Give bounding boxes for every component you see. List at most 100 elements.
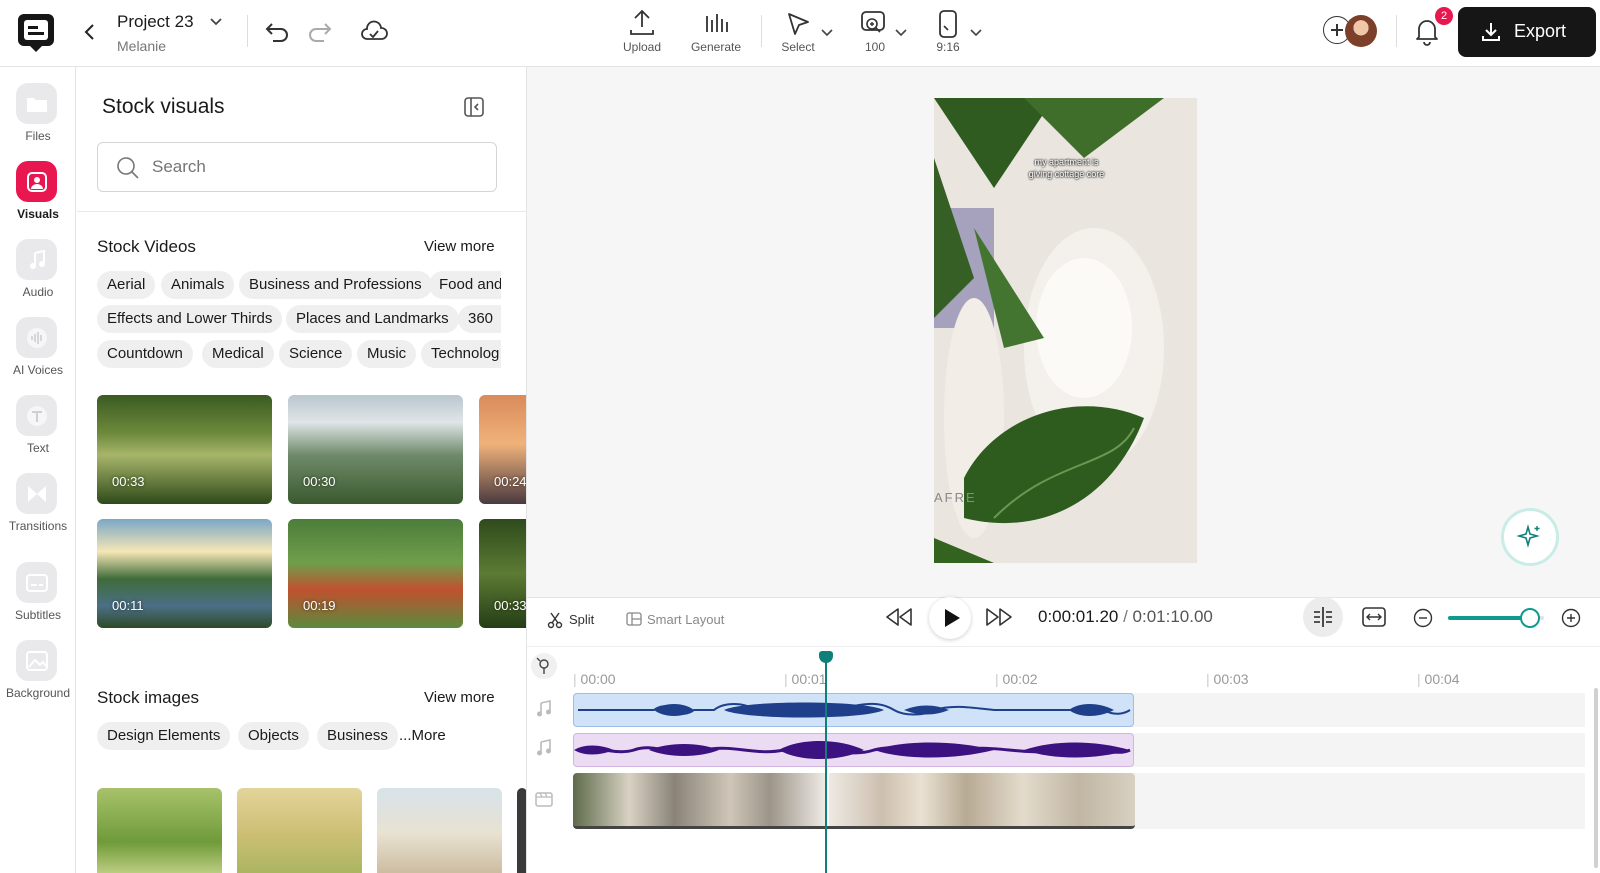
fit-width-icon[interactable]	[1361, 605, 1387, 634]
avatar[interactable]	[1345, 15, 1377, 47]
audio-clip[interactable]	[573, 693, 1134, 727]
rail-item-audio[interactable]: Audio	[0, 239, 76, 311]
rail-item-visuals[interactable]: Visuals	[0, 161, 76, 233]
chip-business-images[interactable]: Business	[317, 722, 398, 750]
play-button[interactable]	[929, 597, 971, 639]
upload-icon[interactable]	[627, 8, 657, 43]
folder-icon	[16, 83, 57, 124]
chip-music[interactable]: Music	[357, 340, 417, 368]
playhead[interactable]	[825, 656, 827, 873]
fast-forward-icon[interactable]	[984, 606, 1014, 633]
smart-layout-button[interactable]: Smart Layout	[626, 608, 736, 632]
split-button[interactable]: Split	[547, 608, 607, 632]
zoom-in-icon[interactable]	[1561, 608, 1581, 633]
stock-video-thumb[interactable]: 00:33	[97, 395, 272, 504]
cloud-saved-icon[interactable]	[360, 19, 388, 48]
snap-toggle[interactable]	[1303, 597, 1343, 637]
rail-label: Text	[26, 441, 49, 455]
rail-item-subtitles[interactable]: Subtitles	[0, 562, 76, 634]
divider	[77, 211, 526, 212]
chip-food[interactable]: Food and	[429, 271, 501, 299]
stock-videos-heading: Stock Videos	[97, 237, 196, 256]
cursor-select-icon[interactable]	[784, 10, 812, 43]
export-button[interactable]: Export	[1458, 7, 1596, 57]
project-title[interactable]: Project 23	[117, 12, 194, 32]
stock-video-thumb[interactable]: 00:19	[288, 519, 463, 628]
search-box[interactable]	[97, 142, 497, 192]
select-button[interactable]: Select	[768, 40, 828, 54]
chevron-down-icon[interactable]	[969, 26, 983, 44]
preview-stage: my apartment is giving cottage core AFRE	[527, 67, 1600, 597]
view-more-images-link[interactable]: View more	[424, 689, 495, 706]
rail-item-ai-voices[interactable]: AI Voices	[0, 317, 76, 389]
playhead-handle[interactable]	[819, 651, 833, 663]
app-logo[interactable]	[16, 12, 56, 54]
timeline-scrollbar[interactable]	[1594, 688, 1598, 868]
zoom-out-icon[interactable]	[1413, 608, 1433, 633]
stock-image-thumb[interactable]	[97, 788, 222, 873]
chip-countdown[interactable]: Countdown	[97, 340, 193, 368]
view-more-videos-link[interactable]: View more	[424, 238, 495, 255]
phone-ratio-icon[interactable]	[937, 9, 959, 44]
video-duration: 00:11	[112, 598, 144, 613]
stock-video-thumb[interactable]: 00:24	[479, 395, 526, 504]
chip-more[interactable]: ...More	[395, 722, 450, 750]
sparkle-icon	[1517, 524, 1540, 548]
chip-animals[interactable]: Animals	[161, 271, 235, 299]
magnet-button[interactable]	[531, 653, 557, 679]
rail-label: Subtitles	[14, 608, 62, 622]
tick-label: 00:02	[1002, 671, 1038, 687]
chevron-down-icon[interactable]	[894, 26, 908, 44]
upload-button[interactable]: Upload	[612, 40, 672, 54]
scissors-icon	[547, 612, 563, 629]
chip-design-elements[interactable]: Design Elements	[97, 722, 231, 750]
audio-waveform	[578, 702, 1131, 718]
timeline-zoom-slider[interactable]	[1448, 608, 1544, 628]
chevron-down-icon[interactable]	[820, 26, 834, 44]
ai-magic-button[interactable]	[1501, 508, 1559, 566]
music-track-icon	[535, 700, 553, 723]
video-caption[interactable]: my apartment is giving cottage core	[1004, 156, 1129, 180]
chip-effects[interactable]: Effects and Lower Thirds	[97, 305, 283, 333]
chip-360[interactable]: 360	[458, 305, 501, 333]
tick-label: 00:01	[791, 671, 827, 687]
collapse-panel-icon[interactable]	[463, 96, 485, 123]
video-clip[interactable]	[573, 773, 1135, 829]
redo-icon[interactable]	[306, 18, 334, 49]
chip-objects[interactable]: Objects	[238, 722, 309, 750]
time-current: 0:00:01.20	[1038, 607, 1119, 626]
rewind-icon[interactable]	[884, 606, 914, 633]
rail-item-background[interactable]: Background	[0, 640, 76, 712]
rail-item-transitions[interactable]: Transitions	[0, 473, 76, 545]
audio-clip[interactable]	[573, 733, 1134, 767]
stock-image-thumb[interactable]	[377, 788, 502, 873]
pin-icon	[536, 657, 549, 674]
video-preview[interactable]: my apartment is giving cottage core AFRE	[934, 98, 1197, 563]
stock-image-thumb[interactable]	[237, 788, 362, 873]
generate-button[interactable]: Generate	[680, 40, 752, 54]
chip-medical[interactable]: Medical	[202, 340, 274, 368]
time-display: 0:00:01.20 / 0:01:10.00	[1038, 607, 1213, 627]
zoom-icon[interactable]	[860, 10, 888, 43]
undo-icon[interactable]	[263, 18, 291, 49]
chevron-down-icon[interactable]	[208, 14, 224, 35]
stock-video-thumb[interactable]: 00:11	[97, 519, 272, 628]
search-input[interactable]	[152, 155, 482, 179]
chip-places[interactable]: Places and Landmarks	[286, 305, 459, 333]
rail-item-text[interactable]: Text	[0, 395, 76, 467]
stock-video-thumb[interactable]: 00:30	[288, 395, 463, 504]
video-duration: 00:33	[112, 474, 145, 489]
snap-icon	[1314, 607, 1332, 627]
stock-image-thumb[interactable]	[517, 788, 526, 873]
stock-video-thumb[interactable]: 00:33	[479, 519, 526, 628]
chip-business[interactable]: Business and Professions	[239, 271, 432, 299]
back-icon[interactable]	[80, 20, 100, 44]
rail-item-files[interactable]: Files	[0, 83, 76, 155]
smart-layout-label: Smart Layout	[647, 612, 725, 627]
chip-aerial[interactable]: Aerial	[97, 271, 156, 299]
zoom-slider-handle[interactable]	[1519, 608, 1540, 628]
time-tick: | 00:03	[1206, 671, 1249, 687]
chip-technology[interactable]: Technolog	[421, 340, 501, 368]
chip-science[interactable]: Science	[279, 340, 353, 368]
generate-icon[interactable]	[702, 10, 732, 43]
